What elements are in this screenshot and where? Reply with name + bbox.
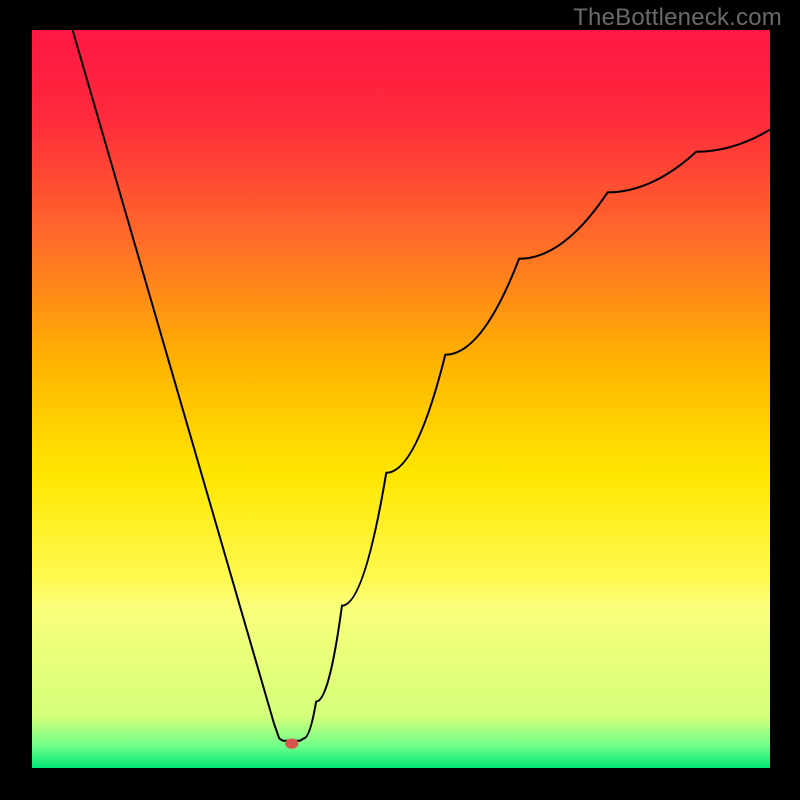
gradient-background xyxy=(32,30,770,768)
watermark-text: TheBottleneck.com xyxy=(573,4,782,32)
bottleneck-chart xyxy=(32,30,770,768)
optimal-marker xyxy=(285,738,298,748)
